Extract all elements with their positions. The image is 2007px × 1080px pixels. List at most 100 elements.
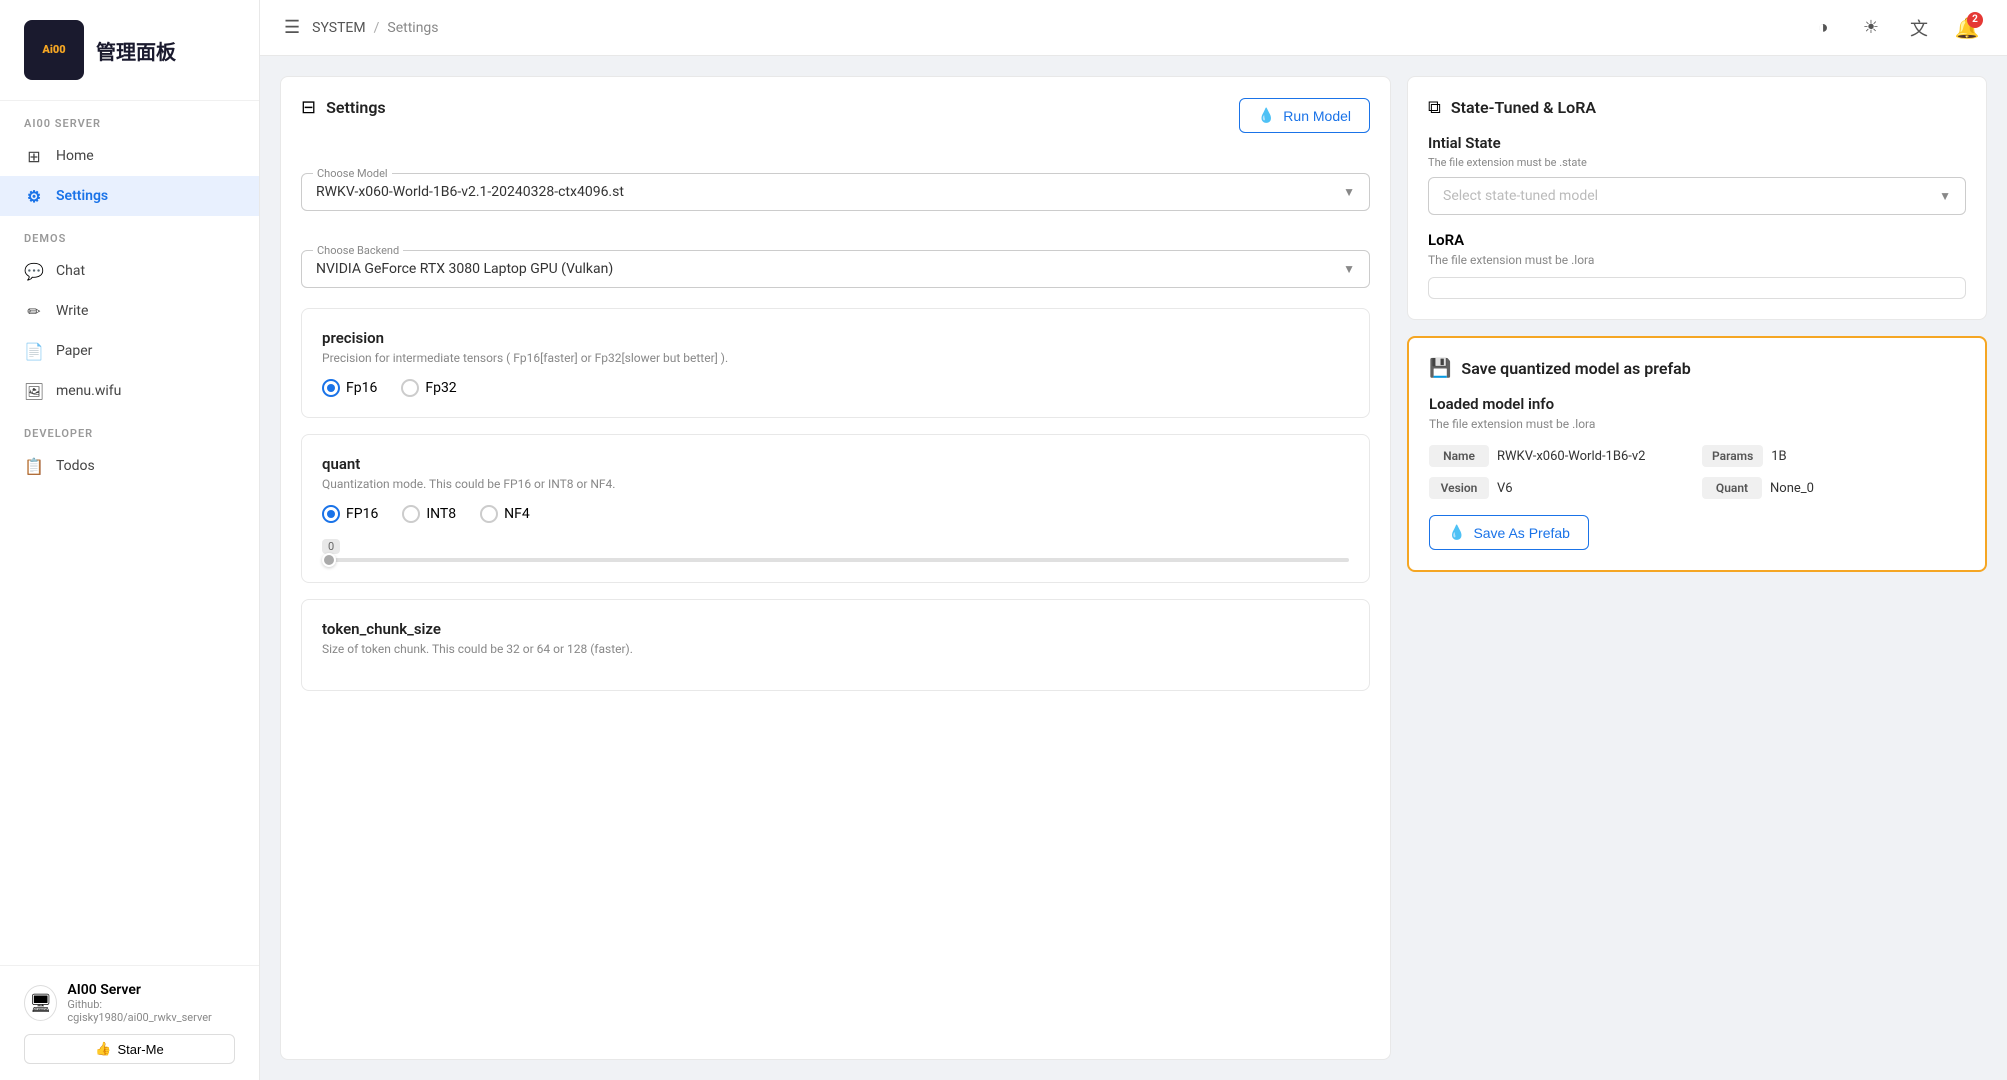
quant-fp16-circle xyxy=(322,505,340,523)
quant-fp16-dot xyxy=(327,510,335,518)
quant-int8-option[interactable]: INT8 xyxy=(402,505,456,523)
right-panel: ⧉ State-Tuned & LoRA Intial State The fi… xyxy=(1407,76,1987,1060)
server-icon: 🖥 xyxy=(24,985,57,1021)
sidebar-item-menu-wifu-label: menu.wifu xyxy=(56,383,121,399)
quant-slider-track[interactable] xyxy=(322,558,1349,562)
server-card: 🖥 AI00 Server Github: cgisky1980/ai00_rw… xyxy=(24,982,235,1024)
quant-fp16-label: FP16 xyxy=(346,506,378,522)
model-info-grid: Name RWKV-x060-World-1B6-v2 Params 1B Ve… xyxy=(1429,445,1965,499)
github-link: Github: cgisky1980/ai00_rwkv_server xyxy=(67,998,235,1024)
precision-fp16-option[interactable]: Fp16 xyxy=(322,379,377,397)
sidebar-item-write[interactable]: ✏ Write xyxy=(0,291,259,331)
version-value: V6 xyxy=(1497,481,1513,496)
prefab-title: Save quantized model as prefab xyxy=(1461,359,1690,378)
sidebar-item-settings[interactable]: ⚙ Settings xyxy=(0,176,259,216)
sidebar-item-todos[interactable]: 📋 Todos xyxy=(0,446,259,486)
todos-icon: 📋 xyxy=(24,456,44,476)
loaded-model-title: Loaded model info xyxy=(1429,395,1965,413)
main-area: ☰ SYSTEM / Settings ◑ ☀ 文 🔔 2 ⊟ Settings xyxy=(260,0,2007,1080)
translate-icon[interactable]: 文 xyxy=(1903,12,1935,44)
chat-icon: 💬 xyxy=(24,261,44,281)
precision-radio-group: Fp16 Fp32 xyxy=(322,379,1349,397)
breadcrumb-root: SYSTEM xyxy=(312,20,365,36)
home-icon: ⊞ xyxy=(24,146,44,166)
server-section-label: AI00 SERVER xyxy=(0,101,259,136)
breadcrumb-current: Settings xyxy=(387,20,438,36)
token-chunk-section: token_chunk_size Size of token chunk. Th… xyxy=(301,599,1370,691)
quant-radio-group: FP16 INT8 NF4 xyxy=(322,505,1349,523)
choose-model-dropdown[interactable]: RWKV-x060-World-1B6-v2.1-20240328-ctx409… xyxy=(301,173,1370,211)
sidebar-item-settings-label: Settings xyxy=(56,188,108,204)
params-badge: Params xyxy=(1702,445,1763,467)
run-model-label: Run Model xyxy=(1283,108,1351,124)
quant-slider-thumb[interactable] xyxy=(322,553,336,567)
precision-fp16-dot xyxy=(327,384,335,392)
lora-desc: The file extension must be .lora xyxy=(1428,253,1966,267)
thumb-icon: 👍 xyxy=(95,1041,111,1057)
run-model-button[interactable]: 💧 Run Model xyxy=(1239,98,1370,133)
developer-section-label: DEVELOPER xyxy=(0,411,259,446)
sidebar-item-todos-label: Todos xyxy=(56,458,95,474)
prefab-header: 💾 Save quantized model as prefab xyxy=(1429,358,1965,379)
header-actions: ◑ ☀ 文 🔔 2 xyxy=(1807,12,1983,44)
loaded-model-desc: The file extension must be .lora xyxy=(1429,417,1965,431)
state-dropdown-arrow: ▼ xyxy=(1939,189,1951,203)
sidebar-item-chat[interactable]: 💬 Chat xyxy=(0,251,259,291)
sidebar: Ai00 管理面板 AI00 SERVER ⊞ Home ⚙ Settings … xyxy=(0,0,260,1080)
sidebar-item-write-label: Write xyxy=(56,303,88,319)
demos-section-label: DEMOS xyxy=(0,216,259,251)
choose-model-group: Choose Model RWKV-x060-World-1B6-v2.1-20… xyxy=(301,154,1370,211)
choose-backend-dropdown[interactable]: NVIDIA GeForce RTX 3080 Laptop GPU (Vulk… xyxy=(301,250,1370,288)
lora-section: LoRA The file extension must be .lora xyxy=(1428,231,1966,299)
sidebar-logo: Ai00 管理面板 xyxy=(0,0,259,101)
state-model-dropdown[interactable]: Select state-tuned model ▼ xyxy=(1428,177,1966,215)
quant-int8-circle xyxy=(402,505,420,523)
state-lora-card: ⧉ State-Tuned & LoRA Intial State The fi… xyxy=(1407,76,1987,320)
star-me-button[interactable]: 👍 Star-Me xyxy=(24,1034,235,1064)
state-lora-icon: ⧉ xyxy=(1428,97,1441,118)
quant-nf4-circle xyxy=(480,505,498,523)
state-lora-header: ⧉ State-Tuned & LoRA xyxy=(1428,97,1966,118)
quant-section: quant Quantization mode. This could be F… xyxy=(301,434,1370,583)
name-value: RWKV-x060-World-1B6-v2 xyxy=(1497,449,1645,464)
name-row: Name RWKV-x060-World-1B6-v2 xyxy=(1429,445,1692,467)
run-icon: 💧 xyxy=(1258,107,1275,124)
brightness-icon[interactable]: ☀ xyxy=(1855,12,1887,44)
quant-info-value: None_0 xyxy=(1770,481,1814,496)
notification-button[interactable]: 🔔 2 xyxy=(1951,12,1983,44)
sidebar-item-home[interactable]: ⊞ Home xyxy=(0,136,259,176)
quant-slider-container: 0 xyxy=(322,535,1349,562)
quant-nf4-label: NF4 xyxy=(504,506,530,522)
precision-fp32-label: Fp32 xyxy=(425,380,456,396)
logo-icon: Ai00 xyxy=(24,20,84,80)
quant-int8-label: INT8 xyxy=(426,506,456,522)
precision-fp16-circle xyxy=(322,379,340,397)
state-lora-title: State-Tuned & LoRA xyxy=(1451,98,1596,117)
hamburger-icon[interactable]: ☰ xyxy=(284,17,300,38)
breadcrumb-separator: / xyxy=(374,20,380,36)
lora-title: LoRA xyxy=(1428,231,1966,249)
token-chunk-desc: Size of token chunk. This could be 32 or… xyxy=(322,642,1349,656)
save-prefab-button[interactable]: 💧 Save As Prefab xyxy=(1429,515,1589,550)
header: ☰ SYSTEM / Settings ◑ ☀ 文 🔔 2 xyxy=(260,0,2007,56)
save-prefab-label: Save As Prefab xyxy=(1473,525,1570,541)
initial-state-desc: The file extension must be .state xyxy=(1428,156,1966,169)
slider-value-label: 0 xyxy=(322,539,340,554)
quant-nf4-option[interactable]: NF4 xyxy=(480,505,530,523)
theme-toggle-icon[interactable]: ◑ xyxy=(1807,12,1839,44)
quant-fp16-option[interactable]: FP16 xyxy=(322,505,378,523)
server-name: AI00 Server xyxy=(67,982,235,998)
precision-section: precision Precision for intermediate ten… xyxy=(301,308,1370,418)
settings-panel: ⊟ Settings 💧 Run Model Choose Model RWKV… xyxy=(280,76,1391,1060)
lora-input[interactable] xyxy=(1428,277,1966,299)
sidebar-item-paper[interactable]: 📄 Paper xyxy=(0,331,259,371)
notification-badge: 2 xyxy=(1967,12,1983,28)
sidebar-item-menu-wifu[interactable]: 🖼 menu.wifu xyxy=(0,371,259,411)
save-icon: 💧 xyxy=(1448,524,1465,541)
precision-fp32-circle xyxy=(401,379,419,397)
quant-row: Quant None_0 xyxy=(1702,477,1965,499)
sidebar-item-paper-label: Paper xyxy=(56,343,92,359)
precision-fp32-option[interactable]: Fp32 xyxy=(401,379,456,397)
initial-state-title: Intial State xyxy=(1428,134,1966,152)
backend-dropdown-arrow: ▼ xyxy=(1343,262,1355,276)
